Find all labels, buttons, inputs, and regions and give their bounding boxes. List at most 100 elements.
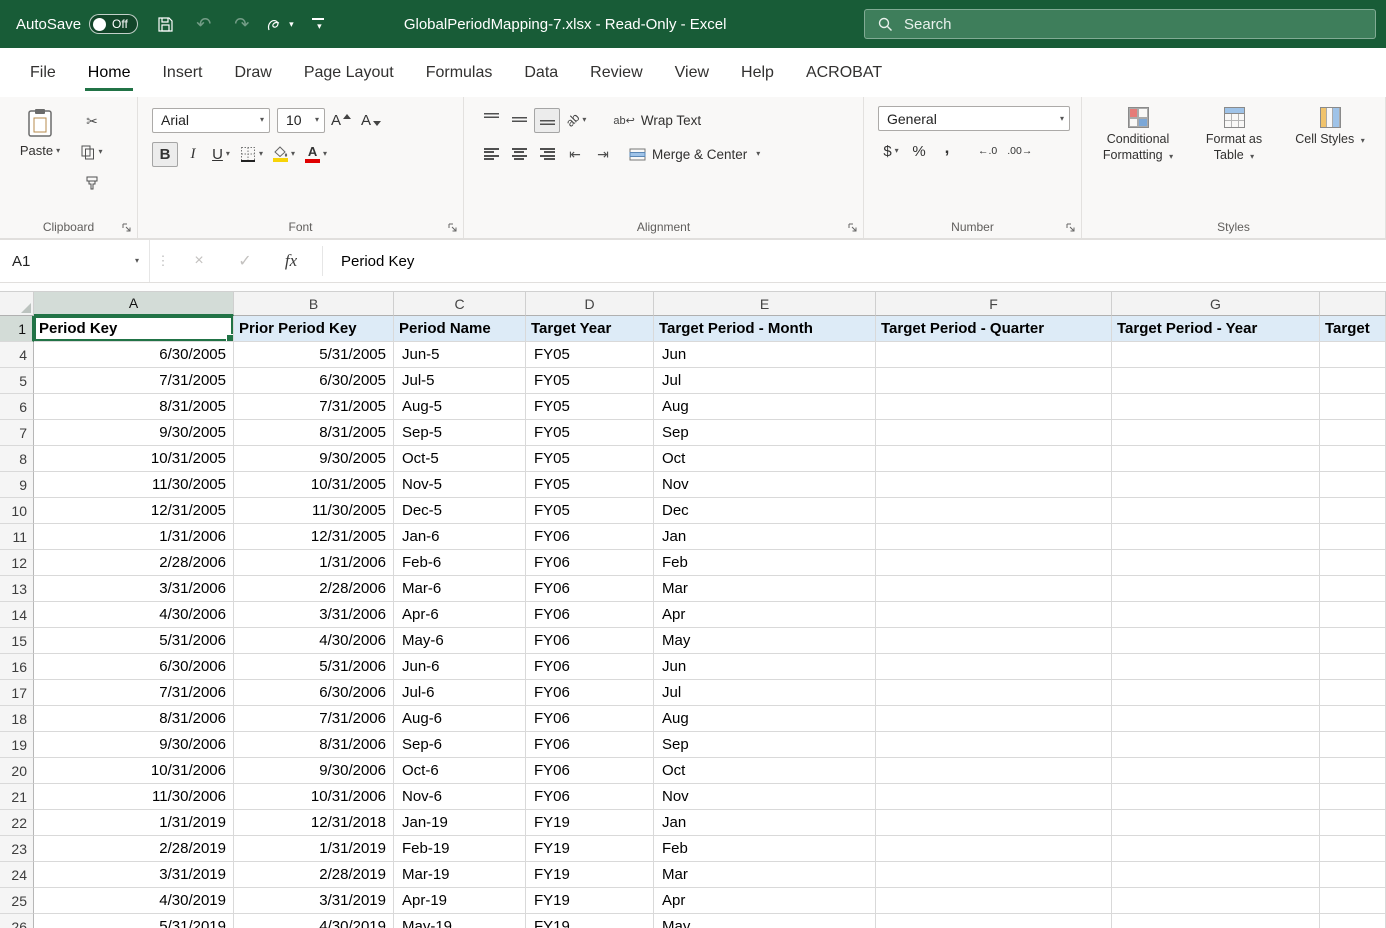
cell-E8[interactable]: Oct xyxy=(654,446,876,472)
cell-E11[interactable]: Jan xyxy=(654,524,876,550)
cell-D23[interactable]: FY19 xyxy=(526,836,654,862)
tab-formulas[interactable]: Formulas xyxy=(410,48,509,97)
cell-F17[interactable] xyxy=(876,680,1112,706)
cell-C12[interactable]: Feb-6 xyxy=(394,550,526,576)
cell-E20[interactable]: Oct xyxy=(654,758,876,784)
cell-C1[interactable]: Period Name xyxy=(394,316,526,342)
conditional-formatting-button[interactable]: Conditional Formatting ▾ xyxy=(1092,105,1184,163)
cell-G5[interactable] xyxy=(1112,368,1320,394)
cell-F10[interactable] xyxy=(876,498,1112,524)
row-header-18[interactable]: 18 xyxy=(0,706,34,732)
cell-G26[interactable] xyxy=(1112,914,1320,928)
tab-file[interactable]: File xyxy=(14,48,72,97)
clipboard-dialog-launcher[interactable] xyxy=(120,221,134,235)
cell-D8[interactable]: FY05 xyxy=(526,446,654,472)
insert-function-button[interactable]: fx xyxy=(268,240,314,282)
cell-A1[interactable]: Period Key xyxy=(34,316,234,342)
cell-E22[interactable]: Jan xyxy=(654,810,876,836)
align-right-button[interactable] xyxy=(534,142,560,167)
cell-B11[interactable]: 12/31/2005 xyxy=(234,524,394,550)
cell-F23[interactable] xyxy=(876,836,1112,862)
decrease-indent-button[interactable]: ⇤ xyxy=(562,142,588,167)
quick-access-tool-button[interactable]: ▾ xyxy=(264,8,296,40)
align-bottom-button[interactable] xyxy=(534,108,560,133)
cell-A14[interactable]: 4/30/2006 xyxy=(34,602,234,628)
grow-font-button[interactable]: A xyxy=(327,108,355,133)
cell-E14[interactable]: Apr xyxy=(654,602,876,628)
row-header-26[interactable]: 26 xyxy=(0,914,34,928)
cell-B21[interactable]: 10/31/2006 xyxy=(234,784,394,810)
cell-A20[interactable]: 10/31/2006 xyxy=(34,758,234,784)
cell-H23[interactable] xyxy=(1320,836,1386,862)
cell-C9[interactable]: Nov-5 xyxy=(394,472,526,498)
cell-D6[interactable]: FY05 xyxy=(526,394,654,420)
cell-D21[interactable]: FY06 xyxy=(526,784,654,810)
cell-C14[interactable]: Apr-6 xyxy=(394,602,526,628)
column-header-H[interactable] xyxy=(1320,292,1386,316)
cell-B25[interactable]: 3/31/2019 xyxy=(234,888,394,914)
number-dialog-launcher[interactable] xyxy=(1064,221,1078,235)
wrap-text-button[interactable]: ab↩ Wrap Text xyxy=(606,107,708,133)
cell-D12[interactable]: FY06 xyxy=(526,550,654,576)
cell-H14[interactable] xyxy=(1320,602,1386,628)
alignment-dialog-launcher[interactable] xyxy=(846,221,860,235)
align-top-button[interactable] xyxy=(478,108,504,133)
cancel-button[interactable]: × xyxy=(176,240,222,282)
cell-G18[interactable] xyxy=(1112,706,1320,732)
cell-C4[interactable]: Jun-5 xyxy=(394,342,526,368)
tab-data[interactable]: Data xyxy=(508,48,574,97)
cell-B1[interactable]: Prior Period Key xyxy=(234,316,394,342)
cell-B14[interactable]: 3/31/2006 xyxy=(234,602,394,628)
cell-E17[interactable]: Jul xyxy=(654,680,876,706)
cell-G21[interactable] xyxy=(1112,784,1320,810)
row-header-10[interactable]: 10 xyxy=(0,498,34,524)
orientation-button[interactable]: ab▾ xyxy=(562,108,590,133)
cell-A6[interactable]: 8/31/2005 xyxy=(34,394,234,420)
cell-H12[interactable] xyxy=(1320,550,1386,576)
cell-A19[interactable]: 9/30/2006 xyxy=(34,732,234,758)
cell-D9[interactable]: FY05 xyxy=(526,472,654,498)
cell-H11[interactable] xyxy=(1320,524,1386,550)
cell-E4[interactable]: Jun xyxy=(654,342,876,368)
cell-H7[interactable] xyxy=(1320,420,1386,446)
increase-decimal-button[interactable]: ←.0 xyxy=(974,139,1001,164)
cell-C13[interactable]: Mar-6 xyxy=(394,576,526,602)
row-header-14[interactable]: 14 xyxy=(0,602,34,628)
cell-B24[interactable]: 2/28/2019 xyxy=(234,862,394,888)
row-header-6[interactable]: 6 xyxy=(0,394,34,420)
save-button[interactable] xyxy=(150,8,182,40)
cell-H17[interactable] xyxy=(1320,680,1386,706)
cell-B7[interactable]: 8/31/2005 xyxy=(234,420,394,446)
cell-A25[interactable]: 4/30/2019 xyxy=(34,888,234,914)
cell-D25[interactable]: FY19 xyxy=(526,888,654,914)
cell-B16[interactable]: 5/31/2006 xyxy=(234,654,394,680)
cell-H21[interactable] xyxy=(1320,784,1386,810)
font-size-select[interactable]: 10 ▾ xyxy=(277,108,325,133)
cell-F4[interactable] xyxy=(876,342,1112,368)
cell-H26[interactable] xyxy=(1320,914,1386,928)
column-header-A[interactable]: A xyxy=(34,292,234,316)
paste-button[interactable]: Paste▾ xyxy=(12,105,68,195)
cell-D4[interactable]: FY05 xyxy=(526,342,654,368)
cell-E24[interactable]: Mar xyxy=(654,862,876,888)
cell-E19[interactable]: Sep xyxy=(654,732,876,758)
cell-A15[interactable]: 5/31/2006 xyxy=(34,628,234,654)
cell-F7[interactable] xyxy=(876,420,1112,446)
fill-color-button[interactable]: ▾ xyxy=(269,142,299,167)
cell-F12[interactable] xyxy=(876,550,1112,576)
cell-D18[interactable]: FY06 xyxy=(526,706,654,732)
number-format-select[interactable]: General ▾ xyxy=(878,106,1070,131)
cell-E26[interactable]: May xyxy=(654,914,876,928)
cell-G22[interactable] xyxy=(1112,810,1320,836)
cell-G19[interactable] xyxy=(1112,732,1320,758)
cell-H15[interactable] xyxy=(1320,628,1386,654)
cell-C16[interactable]: Jun-6 xyxy=(394,654,526,680)
undo-button[interactable]: ↶ xyxy=(188,8,220,40)
cell-C11[interactable]: Jan-6 xyxy=(394,524,526,550)
cell-F16[interactable] xyxy=(876,654,1112,680)
font-dialog-launcher[interactable] xyxy=(446,221,460,235)
cell-G24[interactable] xyxy=(1112,862,1320,888)
cell-G10[interactable] xyxy=(1112,498,1320,524)
row-header-17[interactable]: 17 xyxy=(0,680,34,706)
cell-C21[interactable]: Nov-6 xyxy=(394,784,526,810)
